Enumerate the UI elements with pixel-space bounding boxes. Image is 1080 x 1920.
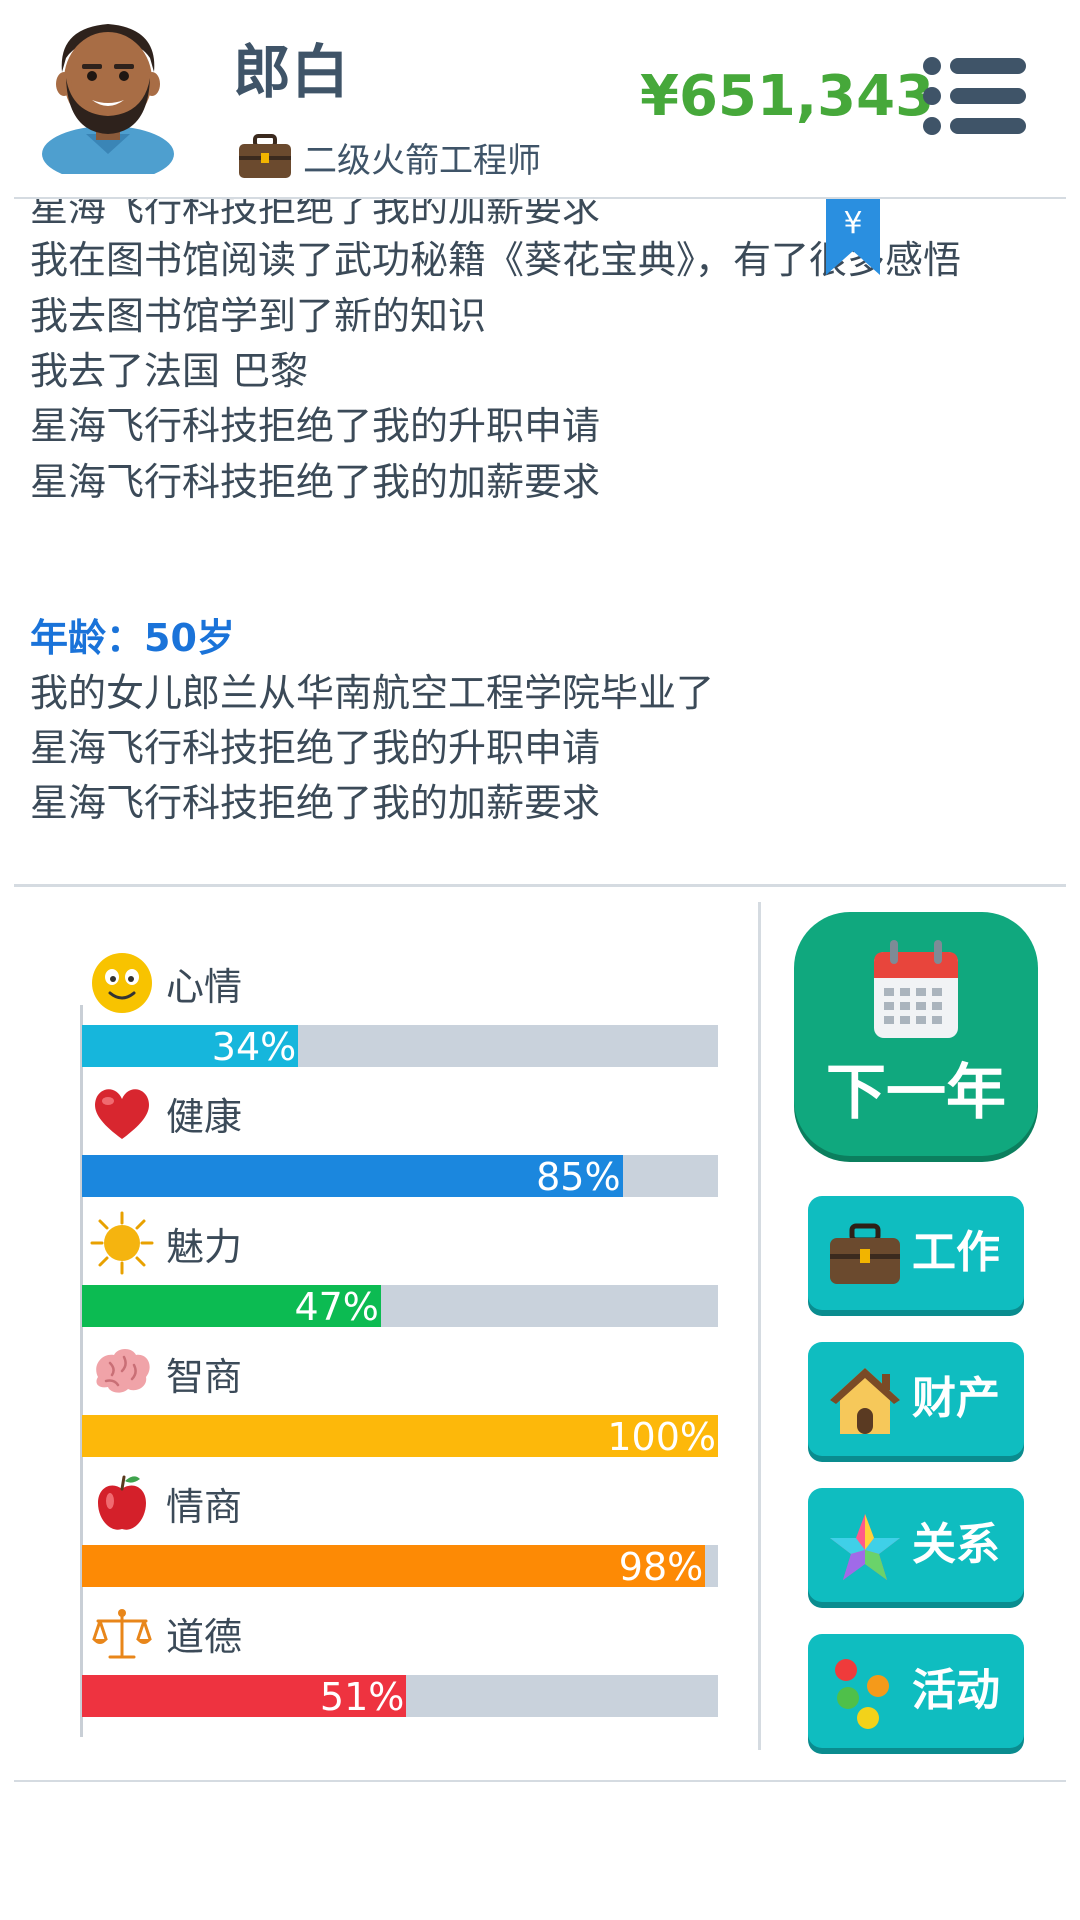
stat-morality: 道德 [90, 1601, 242, 1665]
stat-label: 魅力 [166, 1224, 243, 1269]
dots-icon [835, 1659, 889, 1729]
relationship-label: 关系 [912, 1519, 1000, 1570]
log-line: 星海飞行科技拒绝了我的加薪要求 [30, 781, 601, 825]
brain-icon [96, 1349, 150, 1393]
log-line: 我的女儿郎兰从华南航空工程学院毕业了 [30, 671, 715, 715]
heart-icon [95, 1089, 149, 1139]
activity-label: 活动 [912, 1665, 1000, 1716]
log-line: 星海飞行科技拒绝了我的加薪要求 [30, 460, 601, 504]
log-line: 我去了法国 巴黎 [30, 349, 309, 393]
stat-bar-fill: 100% [82, 1415, 718, 1459]
money-balance: ¥651,343 [640, 64, 935, 129]
bottom-divider [14, 1780, 1066, 1782]
avatar[interactable] [38, 14, 178, 174]
stats-axis [80, 1005, 83, 1737]
stat-health: 健康 [90, 1081, 242, 1145]
next-year-label: 下一年 [826, 1058, 1006, 1128]
stat-bar-iq: 100% [82, 1415, 718, 1459]
panel-divider [758, 902, 761, 1750]
job-row: 二级火箭工程师 [237, 132, 541, 182]
log-line: 我去图书馆学到了新的知识 [30, 294, 487, 338]
stat-charm: 魅力 [90, 1211, 242, 1275]
stat-value: 47% [294, 1285, 379, 1329]
sun-icon [90, 1211, 154, 1275]
stat-bar-fill: 51% [82, 1675, 407, 1719]
stat-label: 心情 [166, 964, 243, 1009]
stat-label: 健康 [166, 1094, 243, 1139]
stat-label: 智商 [166, 1354, 243, 1399]
star-icon [830, 1514, 900, 1580]
apple-icon [98, 1475, 146, 1530]
age-label: 年龄：50岁 [30, 616, 235, 660]
stat-bar-eq: 98% [82, 1545, 718, 1589]
property-button[interactable]: 财产 [808, 1342, 1024, 1456]
stat-bar-mood: 34% [82, 1025, 718, 1069]
stats-panel: 心情 34% 健康 85% 魅力 47% 智商 100% 情商 98% 道德 5… [0, 887, 760, 1767]
player-name: 郎白 [233, 38, 350, 106]
player-header: 郎白 二级火箭工程师 ¥651,343 [0, 0, 1080, 197]
stat-value: 34% [211, 1025, 297, 1069]
stat-value: 51% [319, 1675, 405, 1719]
bookmark-symbol: ¥ [843, 206, 862, 241]
job-title: 二级火箭工程师 [303, 140, 541, 181]
property-label: 财产 [912, 1373, 1000, 1424]
stat-bar-morality: 51% [82, 1675, 718, 1719]
bookmark-icon[interactable]: ¥ [824, 199, 882, 275]
calendar-icon [874, 940, 958, 1038]
stat-label: 道德 [166, 1614, 243, 1659]
log-line: 星海飞行科技拒绝了我的升职申请 [30, 404, 601, 448]
stat-bar-fill: 47% [82, 1285, 381, 1329]
activity-button[interactable]: 活动 [808, 1634, 1024, 1748]
game-screen: 郎白 二级火箭工程师 ¥651,343 星海飞行科技拒绝了我的加薪要求 我在图书… [0, 0, 1080, 1920]
stat-value: 98% [618, 1545, 704, 1589]
stat-iq: 智商 [90, 1341, 242, 1405]
smiley-icon [92, 953, 152, 1013]
stat-mood: 心情 [90, 951, 242, 1015]
stat-bar-fill: 98% [82, 1545, 706, 1589]
scales-icon [92, 1609, 152, 1659]
stat-bar-charm: 47% [82, 1285, 718, 1329]
stat-value: 100% [607, 1415, 716, 1459]
stat-bar-fill: 34% [82, 1025, 299, 1069]
menu-icon[interactable] [922, 56, 1028, 136]
work-label: 工作 [912, 1227, 1000, 1278]
house-icon [830, 1368, 900, 1434]
log-line: 我在图书馆阅读了武功秘籍《葵花宝典》，有了很多感悟 [30, 238, 962, 282]
briefcase-icon [830, 1223, 900, 1284]
stat-value: 85% [536, 1155, 621, 1199]
stat-eq: 情商 [90, 1471, 242, 1535]
work-button[interactable]: 工作 [808, 1196, 1024, 1310]
briefcase-icon [239, 134, 291, 178]
next-year-button[interactable]: 下一年 [794, 912, 1038, 1156]
log-line: 星海飞行科技拒绝了我的加薪要求 [30, 199, 601, 230]
log-line: 星海飞行科技拒绝了我的升职申请 [30, 726, 601, 770]
stat-bar-fill: 85% [82, 1155, 623, 1199]
stat-bar-health: 85% [82, 1155, 718, 1199]
relationship-button[interactable]: 关系 [808, 1488, 1024, 1602]
event-log[interactable]: 星海飞行科技拒绝了我的加薪要求 我在图书馆阅读了武功秘籍《葵花宝典》，有了很多感… [0, 199, 1080, 884]
stat-label: 情商 [166, 1484, 243, 1529]
